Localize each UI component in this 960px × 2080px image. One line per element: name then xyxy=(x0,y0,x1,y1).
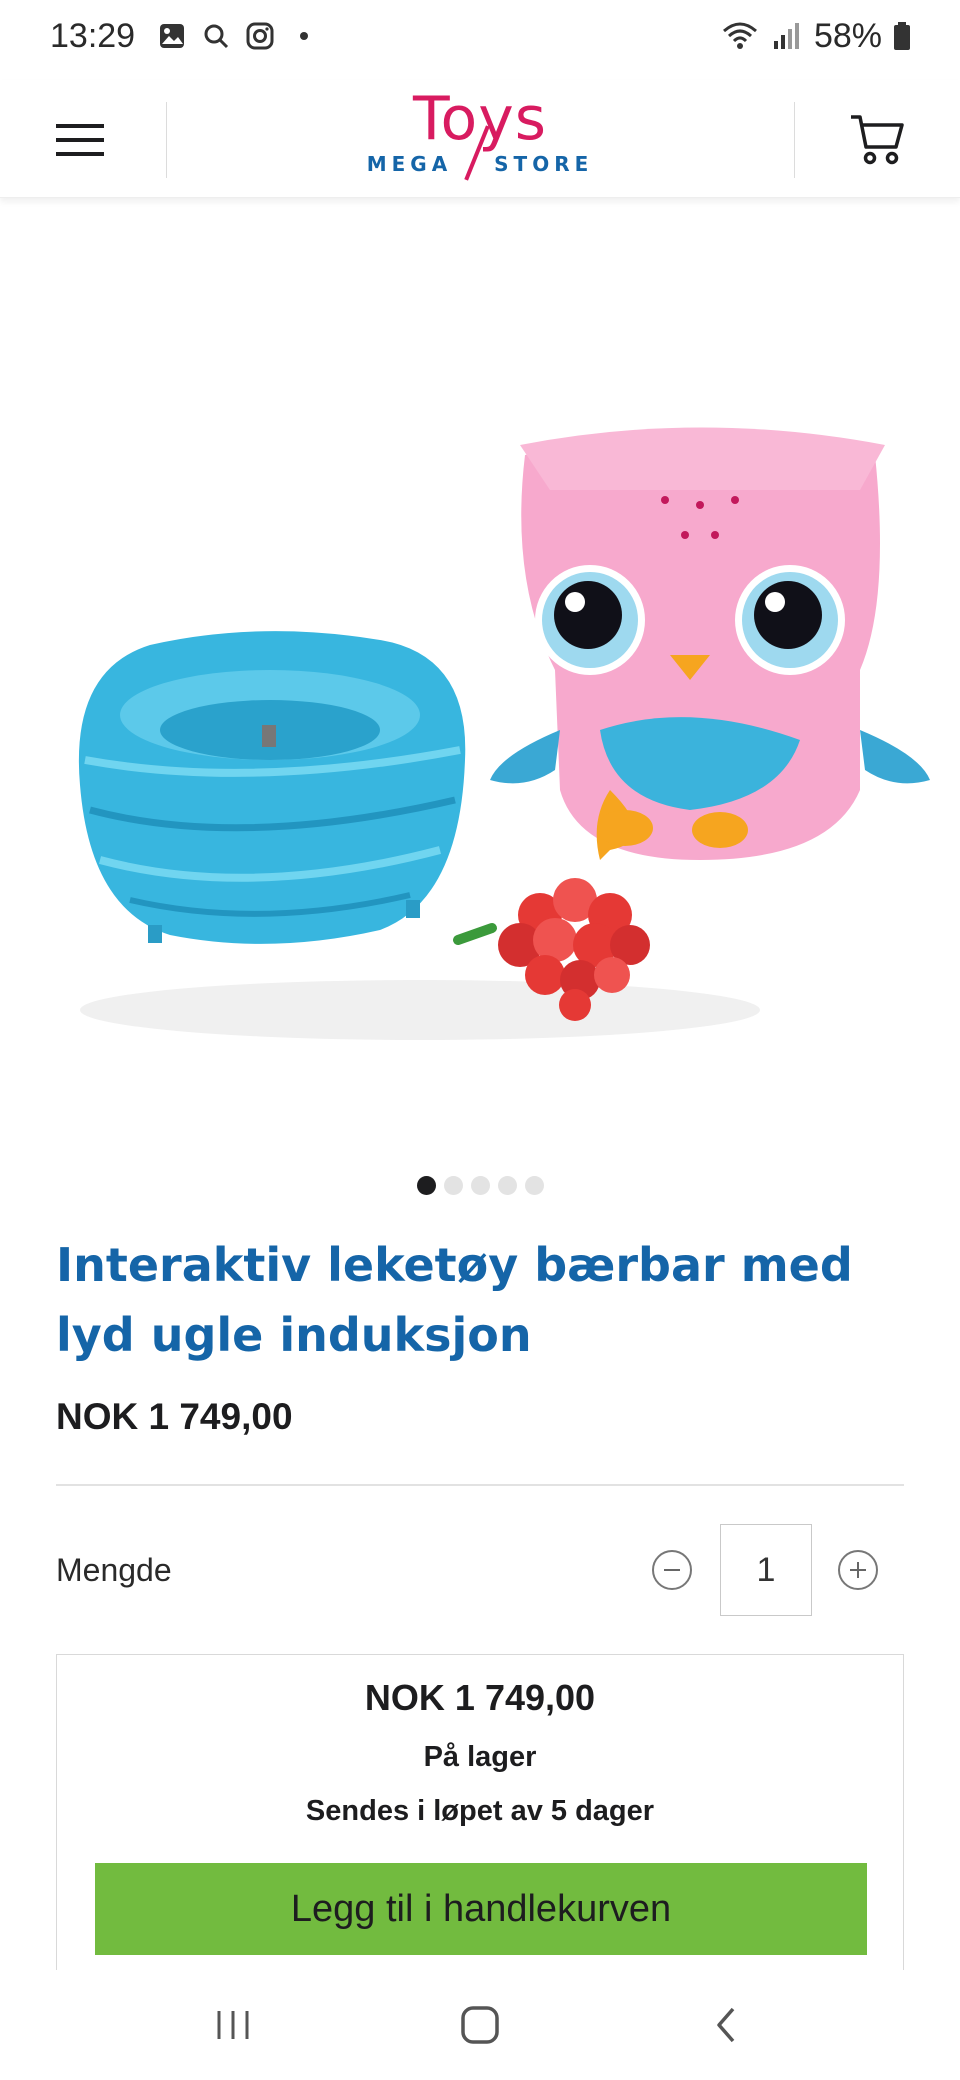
product-title: Interaktiv leketøy bærbar med lyd ugle i… xyxy=(56,1238,853,1362)
signal-icon xyxy=(770,21,804,51)
purchase-box: NOK 1 749,00 På lager Sendes i løpet av … xyxy=(56,1654,904,1974)
back-icon xyxy=(716,2007,734,2043)
carousel-dots xyxy=(0,1176,960,1196)
shipping-info: Sendes i løpet av 5 dager xyxy=(305,1795,655,1827)
plus-icon xyxy=(850,1562,866,1578)
status-right: 58% xyxy=(720,17,912,56)
status-time: 13:29 xyxy=(50,16,136,55)
recent-apps-button[interactable] xyxy=(193,1985,273,2065)
carousel-dot[interactable] xyxy=(470,1176,490,1195)
product-photo xyxy=(78,427,930,1040)
header-divider-right xyxy=(794,102,795,178)
cart-button[interactable] xyxy=(844,106,910,172)
wifi-icon xyxy=(720,21,760,51)
recent-apps-icon xyxy=(217,2011,249,2039)
dot-icon xyxy=(289,21,319,51)
stock-status: På lager xyxy=(423,1741,537,1773)
store-logo[interactable]: Toys MEGA STORE xyxy=(360,84,600,194)
quantity-input[interactable] xyxy=(720,1524,812,1616)
carousel-dot[interactable] xyxy=(524,1176,544,1195)
menu-button[interactable] xyxy=(52,112,108,168)
quantity-label: Mengde xyxy=(56,1552,172,1588)
android-nav-bar xyxy=(0,1970,960,2080)
logo-sub-left: MEGA xyxy=(366,152,453,176)
gallery-icon xyxy=(157,21,187,51)
add-to-cart-button[interactable]: Legg til i handlekurven xyxy=(95,1863,867,1955)
nest-illustration xyxy=(78,631,466,944)
back-button[interactable] xyxy=(687,1985,767,2065)
battery-percent: 58% xyxy=(813,16,882,55)
status-bar: 13:29 58% xyxy=(0,0,960,72)
site-header: Toys MEGA STORE xyxy=(0,80,960,198)
carousel-dot[interactable] xyxy=(443,1176,463,1195)
search-icon xyxy=(201,21,231,51)
hamburger-menu-icon xyxy=(56,124,104,156)
instagram-icon xyxy=(245,21,275,51)
purchase-price: NOK 1 749,00 xyxy=(364,1677,596,1718)
quantity-decrease-button[interactable] xyxy=(652,1550,692,1590)
carousel-dot[interactable] xyxy=(497,1176,517,1195)
carousel-dot[interactable] xyxy=(416,1176,436,1195)
home-icon xyxy=(461,2006,499,2044)
header-divider-left xyxy=(166,102,167,178)
product-price: NOK 1 749,00 xyxy=(56,1396,293,1437)
owl-illustration xyxy=(490,427,930,860)
status-left: 13:29 xyxy=(50,17,319,56)
logo-subtitle: MEGA STORE xyxy=(360,152,600,176)
battery-icon xyxy=(892,21,912,51)
section-divider xyxy=(56,1484,904,1486)
logo-sub-right: STORE xyxy=(494,152,594,176)
product-image[interactable] xyxy=(0,200,960,1160)
minus-icon xyxy=(664,1569,680,1571)
home-button[interactable] xyxy=(440,1985,520,2065)
shopping-cart-icon xyxy=(851,115,904,165)
quantity-increase-button[interactable] xyxy=(838,1550,878,1590)
